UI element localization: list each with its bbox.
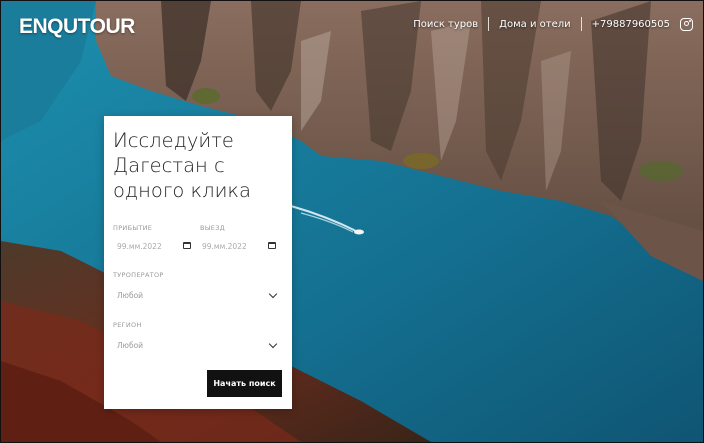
nav-divider — [580, 17, 582, 31]
page: ENQUTOUR Поиск туров Дома и отели +79887… — [0, 0, 704, 443]
departure-date-input[interactable]: 99.мм.2022 — [202, 242, 247, 251]
region-label: РЕГИОН — [113, 321, 142, 329]
instagram-icon[interactable] — [680, 17, 693, 31]
top-nav: Поиск туров Дома и отели +79887960505 — [413, 17, 693, 31]
phone-link[interactable]: +79887960505 — [592, 19, 670, 30]
chevron-down-icon[interactable] — [268, 339, 278, 349]
calendar-icon[interactable] — [183, 242, 191, 249]
arrival-label: ПРИБЫТИЕ — [113, 224, 153, 232]
nav-divider — [488, 17, 490, 31]
nav-link-homes-hotels[interactable]: Дома и отели — [499, 19, 570, 30]
site-logo[interactable]: ENQUTOUR — [19, 15, 135, 39]
search-title: Исследуйте Дагестан с одного клика — [113, 129, 251, 202]
chevron-down-icon[interactable] — [268, 289, 278, 299]
nav-link-tour-search[interactable]: Поиск туров — [413, 19, 478, 30]
operator-select[interactable]: Любой — [117, 291, 143, 300]
departure-label: ВЫЕЗД — [200, 224, 226, 232]
calendar-icon[interactable] — [268, 242, 276, 249]
operator-label: ТУРОПЕРАТОР — [113, 271, 164, 279]
arrival-date-input[interactable]: 99.мм.2022 — [117, 242, 162, 251]
search-card: Исследуйте Дагестан с одного клика ПРИБЫ… — [104, 116, 292, 409]
region-select[interactable]: Любой — [117, 341, 143, 350]
start-search-button[interactable]: Начать поиск — [207, 370, 282, 397]
